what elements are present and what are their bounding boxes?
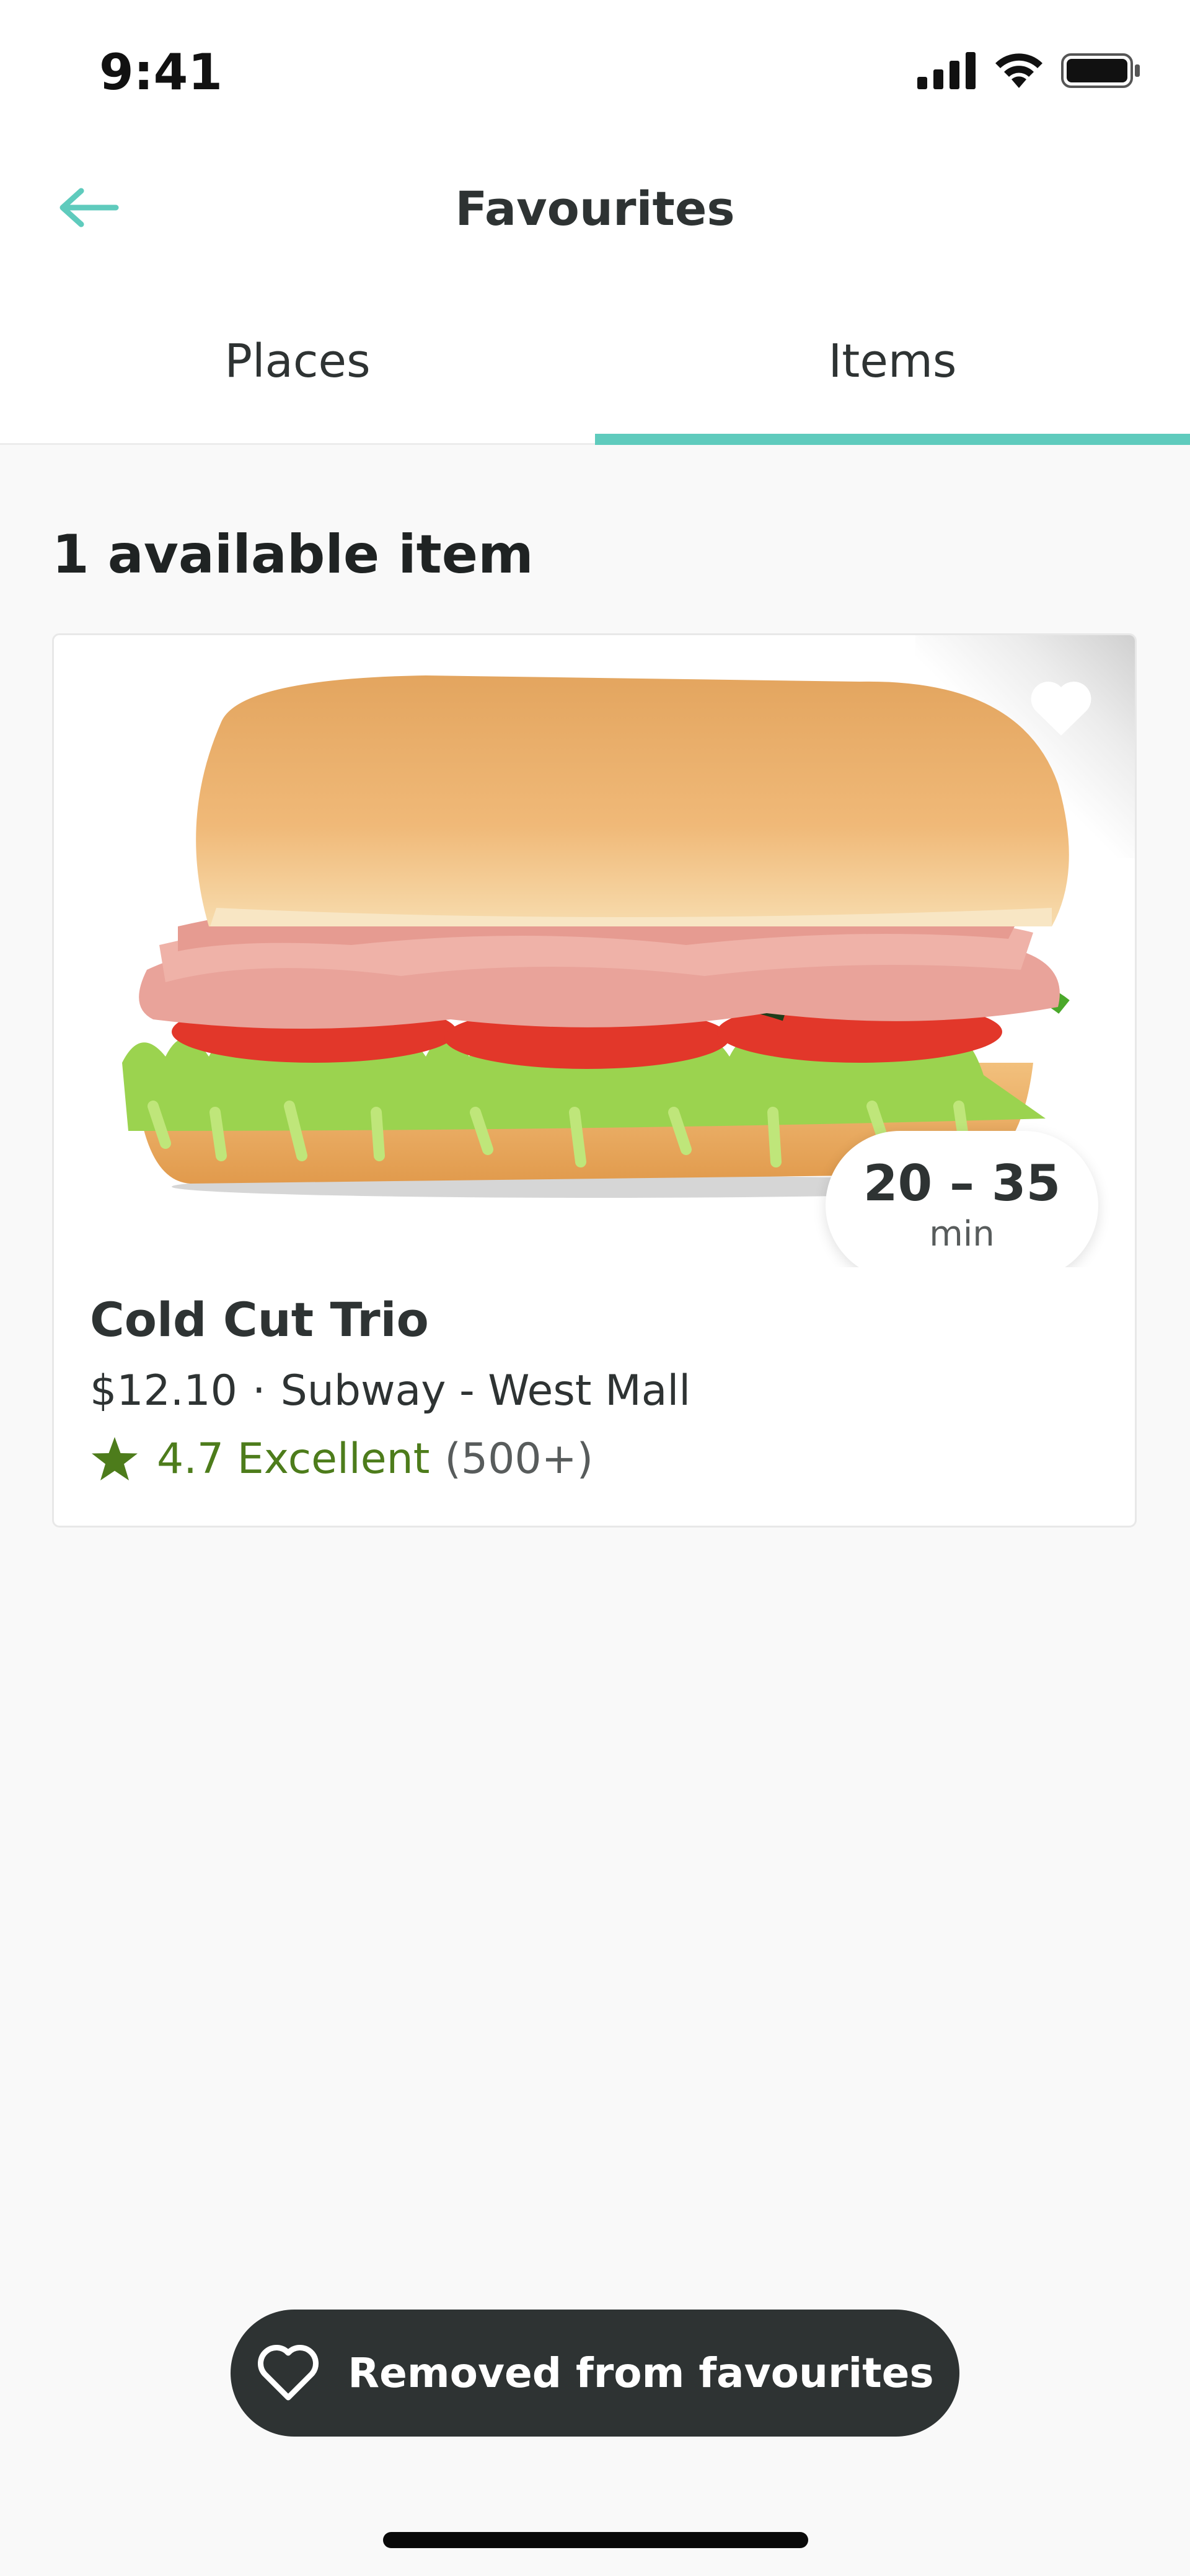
item-rating: 4.7 Excellent (500+) (90, 1435, 593, 1484)
item-restaurant: Subway - West Mall (280, 1366, 691, 1415)
section-heading: 1 available item (52, 524, 534, 586)
page-title: Favourites (455, 181, 735, 236)
tab-bar: Places Items (0, 310, 1190, 445)
tab-label: Places (224, 335, 371, 388)
heart-outline-icon (258, 2344, 319, 2400)
tab-selected-indicator (595, 434, 1190, 445)
star-icon (92, 1436, 138, 1480)
status-time: 9:41 (99, 43, 223, 101)
tab-places[interactable]: Places (0, 310, 595, 443)
rating-score: 4.7 Excellent (157, 1435, 430, 1484)
eta-badge: 20 – 35 min (826, 1131, 1098, 1267)
toast-notification: Removed from favourites (231, 2310, 959, 2437)
status-icons (917, 52, 1142, 89)
top-bar: 9:41 Favourites Places Items (0, 0, 1190, 445)
favourite-button[interactable] (1027, 677, 1095, 742)
home-indicator[interactable] (383, 2532, 808, 2548)
signal-icon (917, 52, 976, 89)
item-price: $12.10 (90, 1366, 237, 1415)
item-card[interactable]: 20 – 35 min Cold Cut Trio $12.10 · Subwa… (52, 633, 1137, 1528)
rating-count: (500+) (444, 1435, 594, 1484)
tab-items[interactable]: Items (595, 310, 1190, 445)
wifi-icon (995, 53, 1042, 88)
battery-icon (1061, 53, 1140, 88)
meta-separator: · (252, 1366, 266, 1415)
item-meta: $12.10 · Subway - West Mall (90, 1366, 690, 1415)
item-name: Cold Cut Trio (90, 1292, 429, 1347)
item-image: 20 – 35 min (54, 635, 1135, 1267)
toast-text: Removed from favourites (348, 2349, 934, 2397)
heart-icon (1031, 682, 1091, 736)
eta-unit: min (929, 1214, 995, 1254)
eta-range: 20 – 35 (863, 1154, 1061, 1212)
tab-label: Items (828, 335, 957, 388)
